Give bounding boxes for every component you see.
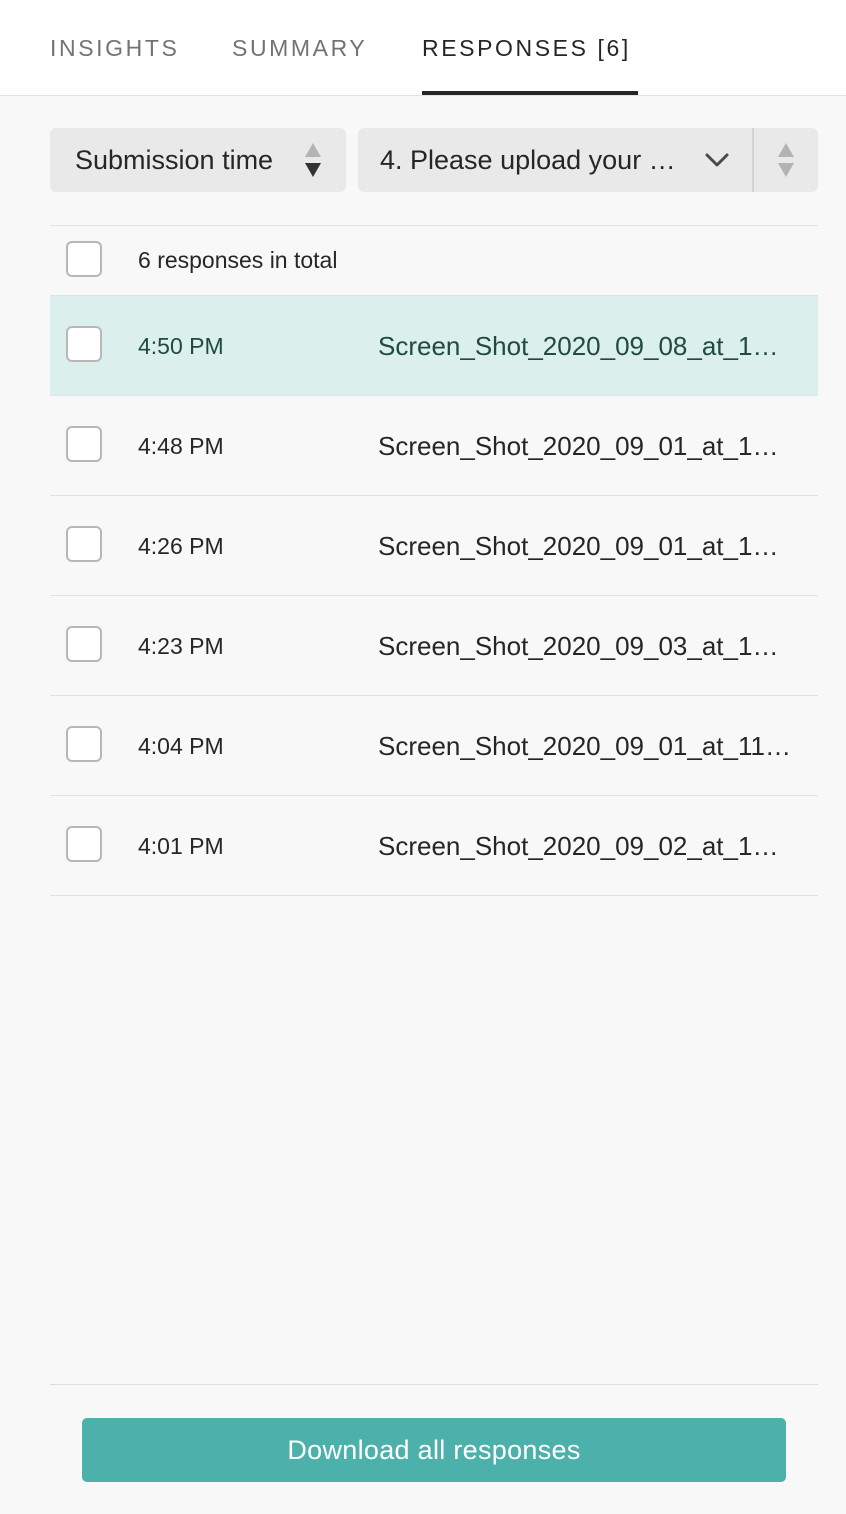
submission-time: 4:23 PM xyxy=(138,633,224,659)
row-checkbox[interactable] xyxy=(66,826,102,862)
table-row[interactable]: 4:48 PM Screen_Shot_2020_09_01_at_1… xyxy=(50,396,818,496)
question-select-label: 4. Please upload your … xyxy=(380,145,676,175)
uploaded-file-name[interactable]: Screen_Shot_2020_09_01_at_11… xyxy=(378,731,798,761)
sort-select-label: Submission time xyxy=(75,145,274,175)
sort-order-icon[interactable] xyxy=(778,143,794,177)
responses-total-text: responses in total xyxy=(157,247,338,273)
responses-count: 6 xyxy=(138,247,151,273)
list-header: 6 responses in total xyxy=(50,226,818,296)
submission-time: 4:50 PM xyxy=(138,333,224,359)
row-checkbox[interactable] xyxy=(66,326,102,362)
tab-summary[interactable]: SUMMARY xyxy=(232,34,367,62)
sort-select[interactable]: Submission time xyxy=(50,128,346,192)
responses-list: 6 responses in total 4:50 PM Screen_Shot… xyxy=(50,225,818,896)
sort-arrows-icon xyxy=(305,143,321,177)
footer-divider xyxy=(50,1384,818,1385)
submission-time: 4:01 PM xyxy=(138,833,224,859)
download-all-button[interactable]: Download all responses xyxy=(82,1418,786,1482)
table-row[interactable]: 4:26 PM Screen_Shot_2020_09_01_at_1… xyxy=(50,496,818,596)
table-row[interactable]: 4:50 PM Screen_Shot_2020_09_08_at_1… xyxy=(50,296,818,396)
chevron-down-icon xyxy=(705,153,729,167)
table-row[interactable]: 4:23 PM Screen_Shot_2020_09_03_at_1… xyxy=(50,596,818,696)
row-checkbox[interactable] xyxy=(66,626,102,662)
uploaded-file-name[interactable]: Screen_Shot_2020_09_02_at_1… xyxy=(378,831,798,861)
select-divider xyxy=(752,128,754,192)
table-row[interactable]: 4:04 PM Screen_Shot_2020_09_01_at_11… xyxy=(50,696,818,796)
submission-time: 4:48 PM xyxy=(138,433,224,459)
tab-bar: INSIGHTS SUMMARY RESPONSES [6] xyxy=(0,0,846,96)
submission-time: 4:26 PM xyxy=(138,533,224,559)
tab-responses[interactable]: RESPONSES [6] xyxy=(422,34,631,62)
row-checkbox[interactable] xyxy=(66,726,102,762)
uploaded-file-name[interactable]: Screen_Shot_2020_09_01_at_1… xyxy=(378,431,798,461)
row-checkbox[interactable] xyxy=(66,426,102,462)
select-all-checkbox[interactable] xyxy=(66,241,102,277)
row-checkbox[interactable] xyxy=(66,526,102,562)
question-select[interactable]: 4. Please upload your … xyxy=(358,128,818,192)
uploaded-file-name[interactable]: Screen_Shot_2020_09_01_at_1… xyxy=(378,531,798,561)
responses-total: 6 responses in total xyxy=(138,246,337,274)
table-row[interactable]: 4:01 PM Screen_Shot_2020_09_02_at_1… xyxy=(50,796,818,896)
uploaded-file-name[interactable]: Screen_Shot_2020_09_03_at_1… xyxy=(378,631,798,661)
submission-time: 4:04 PM xyxy=(138,733,224,759)
tab-insights[interactable]: INSIGHTS xyxy=(50,34,179,62)
active-tab-indicator xyxy=(422,91,638,95)
uploaded-file-name[interactable]: Screen_Shot_2020_09_08_at_1… xyxy=(378,331,798,361)
